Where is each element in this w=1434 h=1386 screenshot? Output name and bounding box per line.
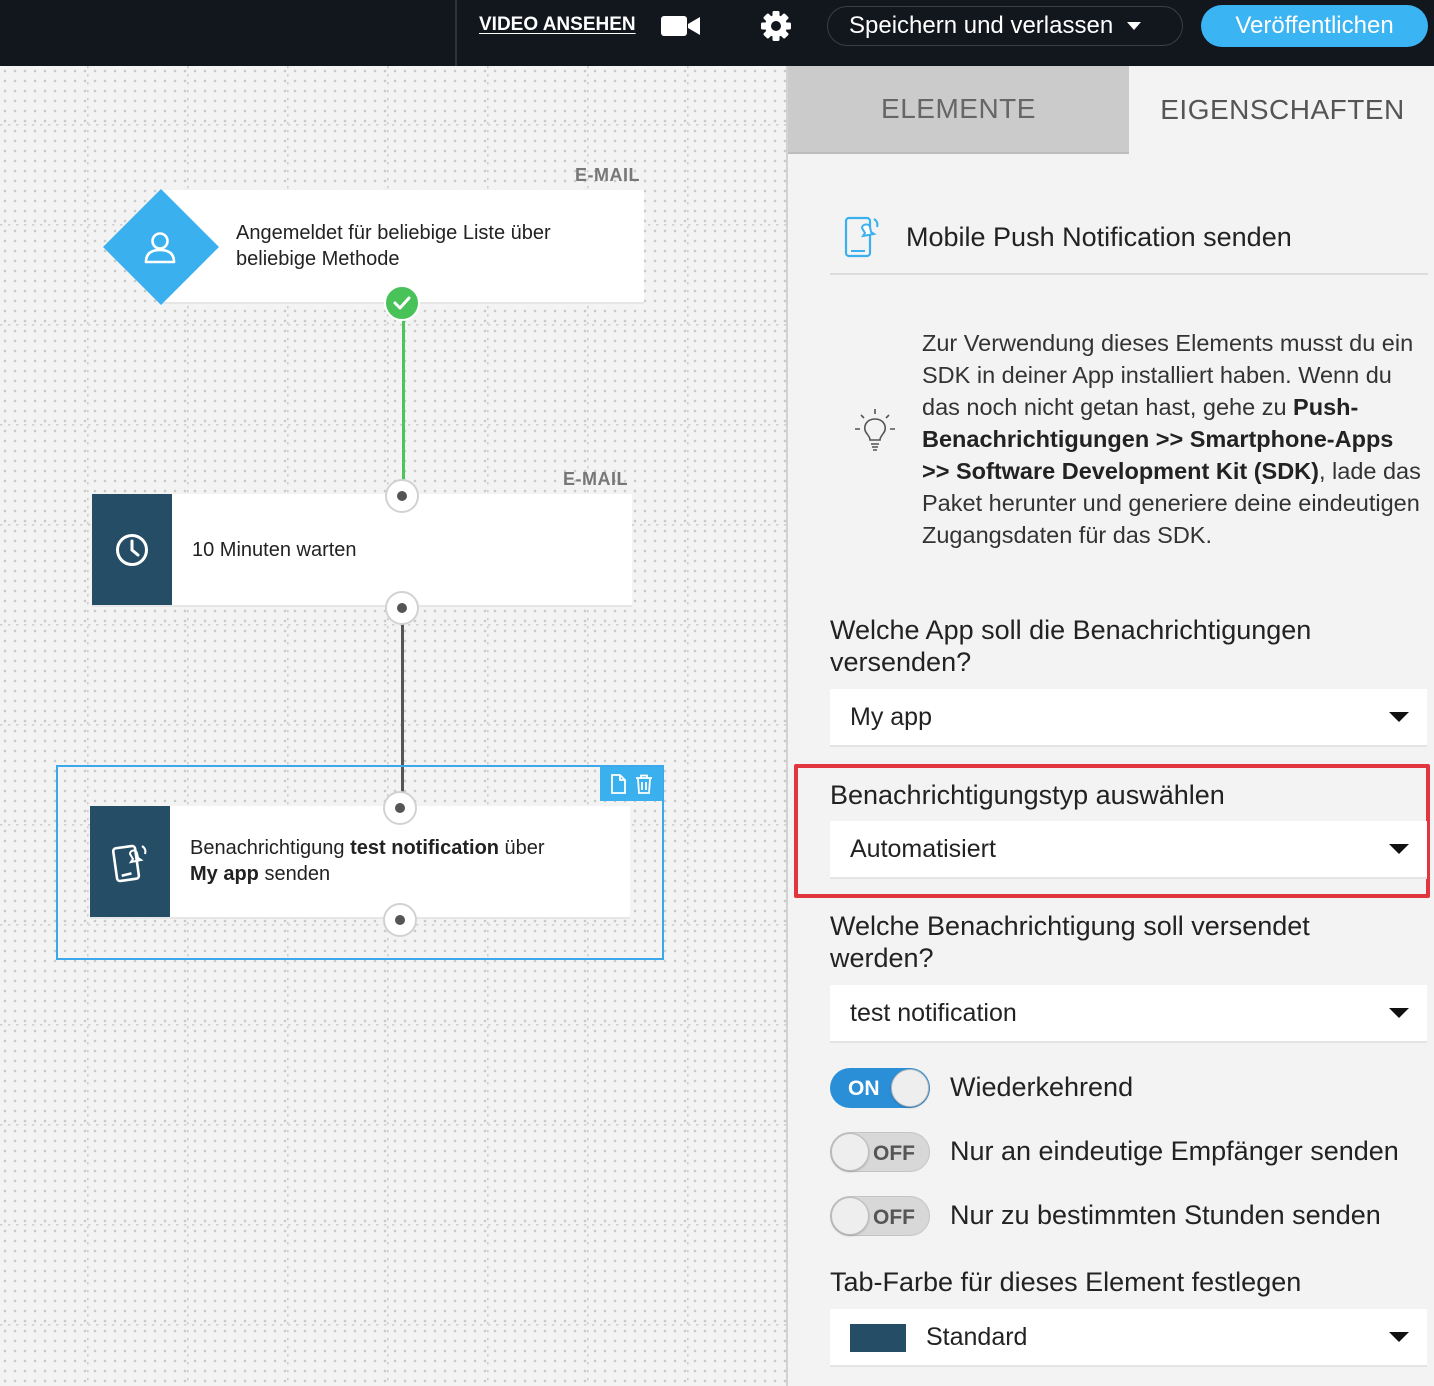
topbar-divider [455,0,457,66]
title-divider [830,273,1428,275]
dropdown-arrow-icon [1389,712,1409,722]
tab-color-value: Standard [926,1322,1028,1351]
chevron-down-icon [1127,22,1142,30]
tab-color-label: Tab-Farbe für dieses Element festlegen [830,1267,1302,1297]
connection-point[interactable] [383,903,417,937]
color-swatch [850,1324,906,1352]
notification-select-value: test notification [850,998,1017,1027]
tab-elements[interactable]: ELEMENTE [788,66,1129,154]
notification-type-select[interactable]: Automatisiert [830,821,1427,879]
toggle-knob [831,1197,869,1235]
tab-properties[interactable]: EIGENSCHAFTEN [1129,66,1434,154]
notification-select[interactable]: test notification [830,985,1427,1043]
lightbulb-icon [855,409,895,451]
clock-icon [116,533,148,566]
node-tag-email: E-MAIL [563,469,628,489]
node-toolbar [600,767,663,801]
trigger-node-text: Angemeldet für beliebige Liste über beli… [236,222,551,270]
push-node-text-part: über [499,837,545,859]
connection-point[interactable] [385,591,419,625]
push-node-text-part: Benachrichtigung [190,837,351,859]
tab-color-select[interactable]: Standard [830,1309,1427,1367]
specific-hours-label: Nur zu bestimmten Stunden senden [950,1200,1381,1230]
recurring-toggle[interactable]: ON [830,1068,930,1108]
mobile-push-icon [111,844,147,882]
toggle-state: ON [848,1077,880,1100]
push-node-text: Benachrichtigung test notification über M… [190,835,610,887]
copy-icon[interactable] [610,774,627,794]
save-and-exit-label: Speichern und verlassen [849,12,1114,39]
connector-line [402,318,405,480]
mobile-push-icon [844,216,879,258]
specific-hours-toggle[interactable]: OFF [830,1196,930,1236]
push-node[interactable]: Benachrichtigung test notification über M… [90,806,630,919]
toggle-knob [831,1133,869,1171]
dropdown-arrow-icon [1389,1008,1409,1018]
dropdown-arrow-icon [1389,1332,1409,1342]
unique-recipients-label: Nur an eindeutige Empfänger senden [950,1136,1399,1166]
publish-button[interactable]: Veröffentlichen [1201,5,1428,47]
wait-node-text: 10 Minuten warten [192,539,357,561]
check-icon [384,285,420,321]
notification-name: test notification [350,837,499,859]
panel-title: Mobile Push Notification senden [906,222,1292,252]
user-icon [144,232,176,264]
app-question-label: Welche App soll die Benachrichtigungen v… [830,615,1312,677]
toggle-knob [891,1069,929,1107]
save-and-exit-button[interactable]: Speichern und verlassen [827,6,1183,46]
notification-type-label: Benachrichtigungstyp auswählen [830,780,1225,810]
toggle-state: OFF [873,1206,915,1229]
app-select[interactable]: My app [830,689,1427,747]
toggle-state: OFF [873,1142,915,1165]
sdk-info-text: Zur Verwendung dieses Elements musst du … [922,327,1422,551]
node-tag-email: E-MAIL [575,165,640,185]
app-name: My app [190,863,259,885]
connection-point[interactable] [385,479,419,513]
notification-type-value: Automatisiert [850,834,996,863]
wait-node-icon-box [92,494,172,605]
dropdown-arrow-icon [1389,844,1409,854]
top-bar: VIDEO ANSEHEN Speichern und verlassen Ve… [0,0,1434,66]
wait-node[interactable]: 10 Minuten warten [92,494,632,607]
push-node-text-part: senden [258,863,331,885]
video-camera-icon[interactable] [661,14,701,38]
properties-panel: ELEMENTE EIGENSCHAFTEN Mobile Push Notif… [786,66,1434,1386]
unique-recipients-toggle[interactable]: OFF [830,1132,930,1172]
gear-icon[interactable] [759,9,793,43]
recurring-label: Wiederkehrend [950,1072,1134,1102]
app-select-value: My app [850,702,932,731]
trash-icon[interactable] [635,774,653,794]
push-node-icon-box [90,806,170,917]
notification-question-label: Welche Benachrichtigung soll versendet w… [830,911,1310,973]
watch-video-link[interactable]: VIDEO ANSEHEN [479,14,636,36]
connection-point[interactable] [383,791,417,825]
